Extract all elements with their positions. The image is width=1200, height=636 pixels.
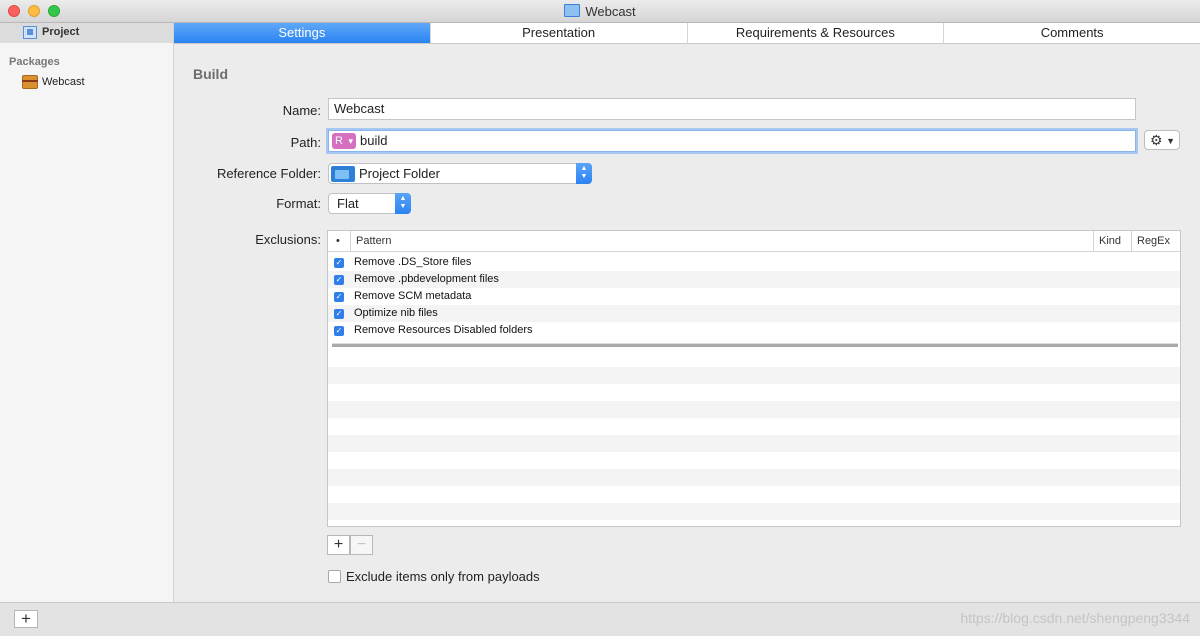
exclude-payloads-checkbox[interactable] — [328, 570, 341, 583]
tab-bar: Settings Presentation Requirements & Res… — [174, 23, 1200, 44]
row-enabled-checkbox[interactable]: ✓ — [334, 326, 344, 336]
tab-requirements-resources[interactable]: Requirements & Resources — [686, 23, 944, 43]
reference-folder-popup[interactable]: Project Folder ▲ ▼ — [328, 163, 592, 184]
document-icon — [564, 4, 581, 17]
column-header-enabled[interactable]: • — [331, 231, 351, 251]
path-options-button[interactable]: ⚙ ▼ — [1144, 130, 1180, 150]
table-row[interactable]: ✓ Remove SCM metadata — [328, 288, 1180, 305]
table-row[interactable]: ✓ Remove Resources Disabled folders — [328, 322, 1180, 339]
window-title: Webcast — [0, 4, 1200, 19]
format-value: Flat — [337, 196, 359, 211]
chevron-down-icon: ▼ — [1166, 136, 1175, 146]
empty-row-stripe — [328, 435, 1180, 452]
tab-settings[interactable]: Settings — [174, 23, 430, 43]
sidebar-item-label: Project — [42, 26, 80, 38]
add-exclusion-button[interactable]: + — [327, 535, 350, 555]
table-row[interactable]: ✓ Remove .pbdevelopment files — [328, 271, 1180, 288]
row-enabled-checkbox[interactable]: ✓ — [334, 292, 344, 302]
remove-exclusion-button[interactable]: − — [350, 535, 373, 555]
sidebar: Project Packages Webcast — [0, 23, 174, 602]
window-title-text: Webcast — [585, 4, 636, 19]
row-pattern: Optimize nib files — [354, 307, 438, 319]
format-label: Format: — [276, 196, 321, 211]
empty-row-stripe — [328, 469, 1180, 486]
title-bar: Webcast — [0, 0, 1200, 23]
popup-arrows-icon: ▲ ▼ — [395, 193, 411, 214]
popup-arrows-icon: ▲ ▼ — [576, 163, 592, 184]
tab-presentation[interactable]: Presentation — [429, 23, 687, 43]
exclusions-label: Exclusions: — [255, 232, 321, 247]
add-package-button[interactable]: + — [14, 610, 38, 628]
column-header-regex[interactable]: RegEx — [1131, 231, 1180, 251]
row-enabled-checkbox[interactable]: ✓ — [334, 258, 344, 268]
path-type-popup[interactable]: R — [332, 133, 356, 149]
folder-icon — [331, 166, 355, 182]
table-header: • Pattern Kind RegEx — [328, 231, 1180, 252]
empty-row-stripe — [328, 401, 1180, 418]
table-row[interactable]: ✓ Optimize nib files — [328, 305, 1180, 322]
row-enabled-checkbox[interactable]: ✓ — [334, 309, 344, 319]
tab-comments[interactable]: Comments — [943, 23, 1200, 43]
path-label: Path: — [290, 135, 321, 150]
table-row[interactable]: ✓ Remove .DS_Store files — [328, 254, 1180, 271]
section-title-build: Build — [193, 66, 228, 82]
package-icon — [22, 75, 38, 89]
reference-folder-value: Project Folder — [359, 166, 440, 181]
empty-row-stripe — [328, 503, 1180, 520]
table-group-separator — [332, 343, 1178, 347]
path-field-value: build — [360, 133, 388, 148]
gear-icon: ⚙ — [1150, 132, 1163, 148]
exclude-payloads-label: Exclude items only from payloads — [346, 569, 540, 584]
project-icon — [23, 26, 37, 39]
watermark-text: https://blog.csdn.net/shengpeng3344 — [960, 610, 1190, 626]
main-panel: Settings Presentation Requirements & Res… — [174, 23, 1200, 602]
row-pattern: Remove Resources Disabled folders — [354, 324, 533, 336]
bottom-bar: + https://blog.csdn.net/shengpeng3344 — [0, 602, 1200, 636]
format-popup[interactable]: Flat ▲ ▼ — [328, 193, 411, 214]
row-pattern: Remove .pbdevelopment files — [354, 273, 499, 285]
path-field[interactable]: R build — [328, 130, 1136, 152]
exclusions-table: • Pattern Kind RegEx ✓ Remove .DS_Store … — [327, 230, 1181, 527]
column-header-pattern[interactable]: Pattern — [350, 231, 1093, 251]
row-pattern: Remove SCM metadata — [354, 290, 472, 302]
empty-row-stripe — [328, 367, 1180, 384]
reference-folder-label: Reference Folder: — [216, 166, 321, 181]
sidebar-section-packages: Packages — [9, 56, 60, 68]
row-enabled-checkbox[interactable]: ✓ — [334, 275, 344, 285]
name-label: Name: — [282, 103, 321, 118]
row-pattern: Remove .DS_Store files — [354, 256, 472, 268]
name-field[interactable]: Webcast — [328, 98, 1136, 120]
name-field-value: Webcast — [334, 101, 385, 116]
sidebar-item-project[interactable]: Project — [0, 23, 173, 43]
column-header-kind[interactable]: Kind — [1093, 231, 1132, 251]
sidebar-item-label: Webcast — [42, 76, 85, 88]
